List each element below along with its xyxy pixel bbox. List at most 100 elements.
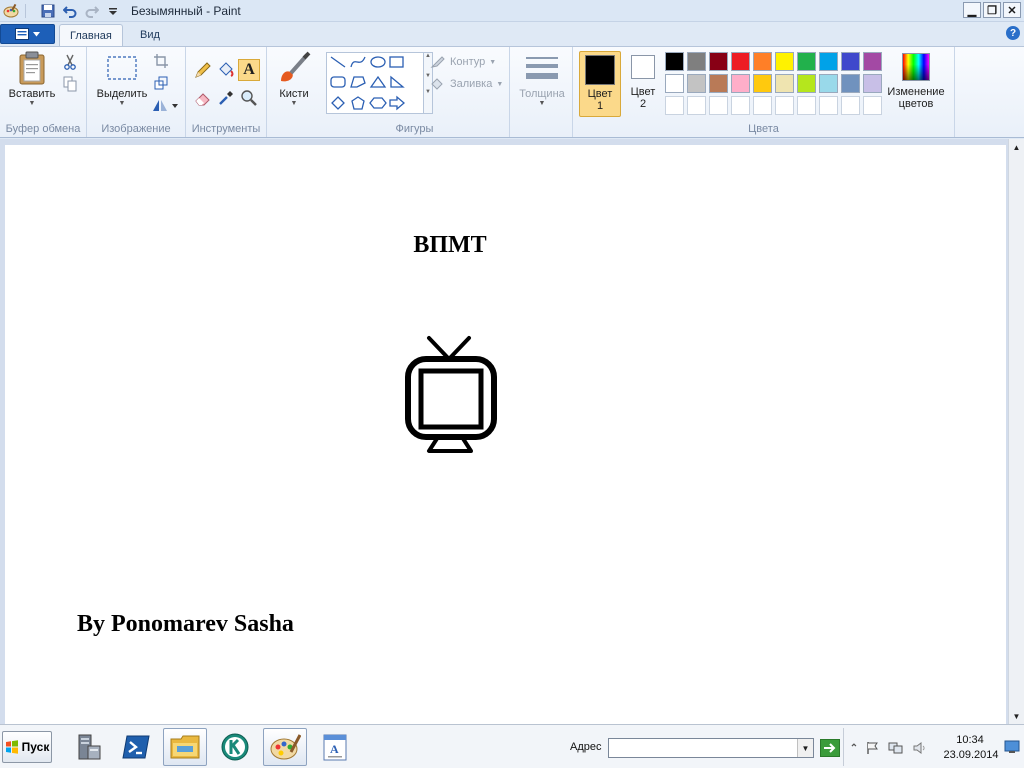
network-icon[interactable] bbox=[888, 740, 904, 756]
restore-button[interactable]: ❐ bbox=[983, 2, 1001, 18]
color1-button[interactable]: Цвет 1 bbox=[579, 51, 621, 117]
palette-custom-slot[interactable] bbox=[863, 96, 882, 115]
palette-custom-slot[interactable] bbox=[709, 96, 728, 115]
taskbar-wordpad[interactable]: A bbox=[313, 728, 357, 766]
crop-icon[interactable] bbox=[151, 51, 171, 71]
save-icon[interactable] bbox=[39, 2, 57, 20]
action-center-flag-icon[interactable] bbox=[864, 740, 880, 756]
edit-colors-button[interactable]: Изменение цветов bbox=[883, 53, 949, 110]
image-group-label: Изображение bbox=[101, 123, 171, 135]
palette-color-swatch[interactable] bbox=[687, 74, 706, 93]
chevron-down-icon: ▼ bbox=[290, 100, 298, 107]
tab-home[interactable]: Главная bbox=[59, 24, 123, 46]
palette-custom-slot[interactable] bbox=[841, 96, 860, 115]
qat-divider bbox=[25, 4, 26, 18]
rotate-icon[interactable] bbox=[151, 95, 179, 115]
cut-icon[interactable] bbox=[60, 52, 80, 72]
palette-custom-slot[interactable] bbox=[665, 96, 684, 115]
undo-icon[interactable] bbox=[61, 2, 79, 20]
taskbar-explorer[interactable] bbox=[163, 728, 207, 766]
fill-button[interactable]: Заливка ▼ bbox=[430, 77, 503, 91]
taskbar-powershell[interactable] bbox=[114, 728, 158, 766]
customize-qat-icon[interactable] bbox=[104, 2, 122, 20]
palette-color-swatch[interactable] bbox=[797, 52, 816, 71]
palette-color-swatch[interactable] bbox=[731, 52, 750, 71]
go-arrow-icon bbox=[824, 743, 836, 753]
thickness-group: Толщина ▼ bbox=[510, 47, 573, 137]
clock-time[interactable]: 10:34 bbox=[944, 734, 996, 746]
show-desktop-icon[interactable] bbox=[1004, 740, 1020, 754]
eraser-icon[interactable] bbox=[192, 87, 214, 109]
pencil-icon[interactable] bbox=[192, 59, 214, 81]
address-dropdown-icon[interactable]: ▼ bbox=[797, 739, 813, 757]
select-icon bbox=[107, 56, 137, 80]
palette-custom-slot[interactable] bbox=[819, 96, 838, 115]
close-button[interactable]: ✕ bbox=[1003, 2, 1021, 18]
palette-custom-slot[interactable] bbox=[775, 96, 794, 115]
palette-color-swatch[interactable] bbox=[709, 52, 728, 71]
vertical-scrollbar[interactable]: ▲ ▼ bbox=[1008, 139, 1024, 724]
palette-color-swatch[interactable] bbox=[775, 52, 794, 71]
palette-color-swatch[interactable] bbox=[797, 74, 816, 93]
chevron-down-icon: ▼ bbox=[496, 80, 504, 88]
palette-color-swatch[interactable] bbox=[863, 52, 882, 71]
palette-color-swatch[interactable] bbox=[709, 74, 728, 93]
tab-view[interactable]: Вид bbox=[130, 24, 170, 46]
show-hidden-icons-icon[interactable]: ⌃ bbox=[846, 740, 862, 756]
color2-button[interactable]: Цвет 2 bbox=[623, 55, 663, 110]
resize-icon[interactable] bbox=[151, 73, 171, 93]
palette-custom-slot[interactable] bbox=[731, 96, 750, 115]
scroll-up-icon[interactable]: ▲ bbox=[1009, 139, 1024, 155]
address-go-button[interactable] bbox=[820, 739, 840, 757]
palette-color-swatch[interactable] bbox=[775, 74, 794, 93]
drawing-canvas[interactable]: ВПМТ By Ponomarev Sasha bbox=[5, 145, 1006, 724]
chevron-down-icon: ▼ bbox=[489, 58, 497, 66]
palette-color-swatch[interactable] bbox=[819, 74, 838, 93]
volume-icon[interactable] bbox=[912, 740, 928, 756]
palette-custom-slot[interactable] bbox=[687, 96, 706, 115]
palette-color-swatch[interactable] bbox=[753, 74, 772, 93]
minimize-button[interactable]: ▁ bbox=[963, 2, 981, 18]
fill-bucket-icon[interactable] bbox=[215, 59, 237, 81]
shapes-gallery[interactable] bbox=[326, 52, 424, 114]
file-menu-button[interactable] bbox=[0, 24, 55, 44]
help-icon[interactable]: ? bbox=[1006, 26, 1020, 40]
fill-label: Заливка bbox=[450, 78, 493, 90]
palette-color-swatch[interactable] bbox=[841, 74, 860, 93]
palette-color-swatch[interactable] bbox=[753, 52, 772, 71]
copy-icon[interactable] bbox=[60, 74, 80, 94]
scroll-down-icon[interactable]: ▼ bbox=[1009, 708, 1024, 724]
palette-color-swatch[interactable] bbox=[665, 74, 684, 93]
outline-button[interactable]: Контур ▼ bbox=[430, 55, 496, 69]
palette-color-swatch[interactable] bbox=[687, 52, 706, 71]
palette-color-swatch[interactable] bbox=[819, 52, 838, 71]
color2-label-line2: 2 bbox=[639, 98, 647, 110]
palette-color-swatch[interactable] bbox=[731, 74, 750, 93]
color2-swatch bbox=[631, 55, 655, 79]
paste-button[interactable]: Вставить ▼ bbox=[6, 51, 58, 108]
palette-color-swatch[interactable] bbox=[665, 52, 684, 71]
palette-custom-slot[interactable] bbox=[797, 96, 816, 115]
thickness-button[interactable]: Толщина ▼ bbox=[514, 51, 570, 108]
taskbar-server-manager[interactable] bbox=[66, 728, 110, 766]
select-button[interactable]: Выделить ▼ bbox=[93, 51, 151, 108]
address-input[interactable] bbox=[608, 738, 814, 758]
brushes-group: Кисти ▼ bbox=[267, 47, 320, 137]
taskbar-kaspersky[interactable] bbox=[213, 728, 257, 766]
color-picker-icon[interactable] bbox=[215, 87, 237, 109]
palette-color-swatch[interactable] bbox=[863, 74, 882, 93]
taskbar-paint[interactable] bbox=[263, 728, 307, 766]
svg-text:A: A bbox=[330, 742, 339, 756]
windows-logo-icon bbox=[5, 740, 18, 754]
text-tool-icon[interactable]: A bbox=[238, 59, 260, 81]
paint-app-icon[interactable] bbox=[2, 2, 20, 20]
redo-icon[interactable] bbox=[83, 2, 101, 20]
clock-date[interactable]: 23.09.2014 bbox=[941, 749, 1001, 761]
start-button[interactable]: Пуск bbox=[2, 731, 52, 763]
magnifier-icon[interactable] bbox=[238, 87, 260, 109]
brushes-button[interactable]: Кисти ▼ bbox=[271, 51, 317, 108]
start-label: Пуск bbox=[21, 740, 50, 754]
select-label: Выделить bbox=[96, 88, 148, 100]
palette-color-swatch[interactable] bbox=[841, 52, 860, 71]
palette-custom-slot[interactable] bbox=[753, 96, 772, 115]
